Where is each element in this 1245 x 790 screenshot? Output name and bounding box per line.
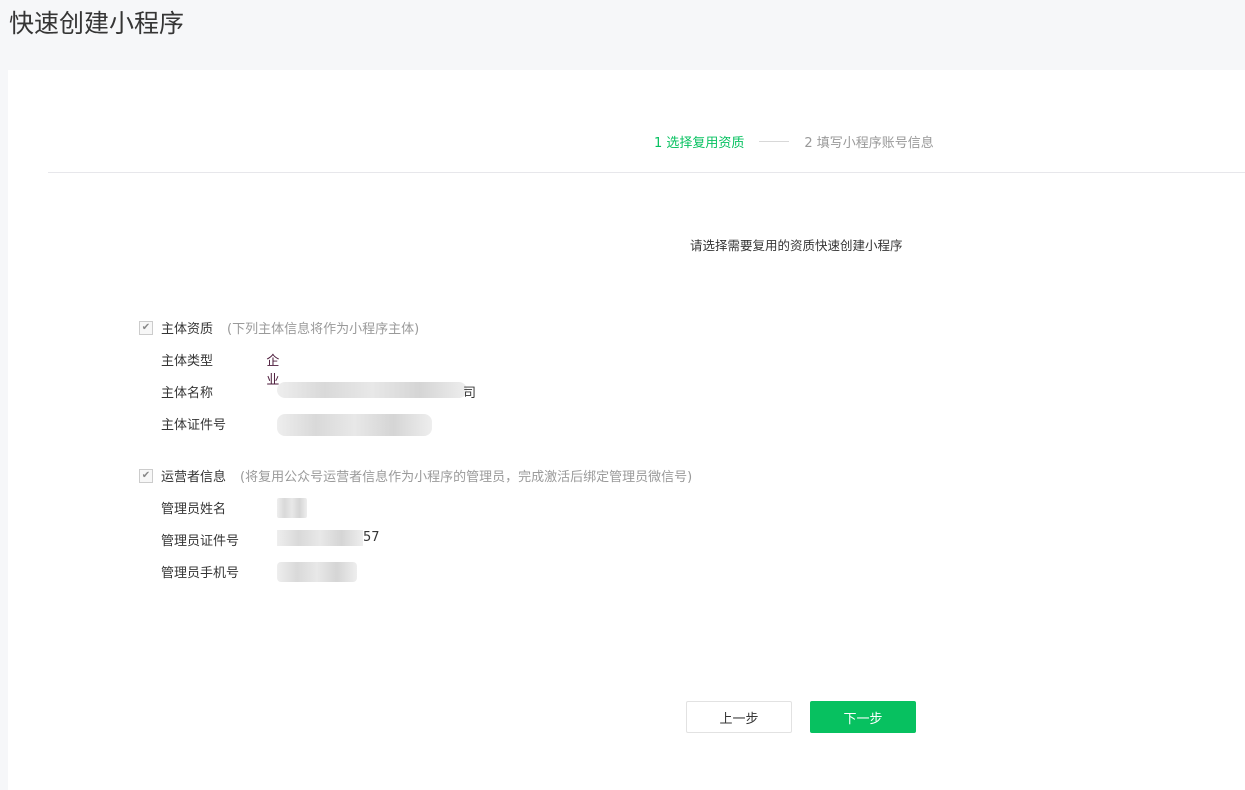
step-1: 1 选择复用资质: [654, 136, 745, 151]
field-label: 管理员姓名: [161, 502, 227, 517]
field-row: 主体证件号: [161, 414, 432, 436]
field-label: 主体名称: [161, 386, 214, 401]
operator-checkbox[interactable]: ✔: [139, 468, 153, 483]
redacted-value: [277, 562, 357, 582]
check-icon: ✔: [141, 322, 151, 333]
operator-section: ✔ 运营者信息 (将复用公众号运营者信息作为小程序的管理员，完成激活后绑定管理员…: [139, 466, 692, 485]
redacted-value: [277, 414, 432, 436]
redacted-value: [277, 530, 363, 546]
redacted-value: [277, 498, 307, 518]
field-value: 司: [463, 386, 477, 401]
page-title: 快速创建小程序: [9, 9, 185, 38]
operator-hint: (将复用公众号运营者信息作为小程序的管理员，完成激活后绑定管理员微信号): [240, 470, 693, 485]
stepper: 1 选择复用资质 2 填写小程序账号信息: [654, 132, 934, 151]
field-row: 管理员手机号: [161, 562, 357, 582]
divider: [48, 172, 1245, 173]
prev-step-button[interactable]: 上一步: [686, 701, 792, 733]
operator-label: 运营者信息: [161, 470, 227, 485]
field-value: 57: [363, 530, 380, 545]
field-label: 主体证件号: [161, 418, 227, 433]
field-label: 管理员手机号: [161, 566, 240, 581]
field-row: 主体名称 司: [161, 382, 476, 401]
entity-label: 主体资质: [161, 322, 214, 337]
entity-section: ✔ 主体资质 (下列主体信息将作为小程序主体): [139, 318, 419, 337]
prompt-text: 请选择需要复用的资质快速创建小程序: [690, 238, 903, 253]
step-connector: [759, 141, 790, 142]
entity-hint: (下列主体信息将作为小程序主体): [227, 322, 420, 337]
check-icon: ✔: [141, 470, 151, 481]
field-row: 管理员证件号 57: [161, 530, 380, 549]
field-row: 管理员姓名: [161, 498, 307, 518]
step-2: 2 填写小程序账号信息: [804, 136, 934, 151]
next-step-button[interactable]: 下一步: [810, 701, 916, 733]
redacted-value: [277, 382, 467, 398]
entity-checkbox[interactable]: ✔: [139, 320, 153, 335]
field-label: 管理员证件号: [161, 534, 240, 549]
